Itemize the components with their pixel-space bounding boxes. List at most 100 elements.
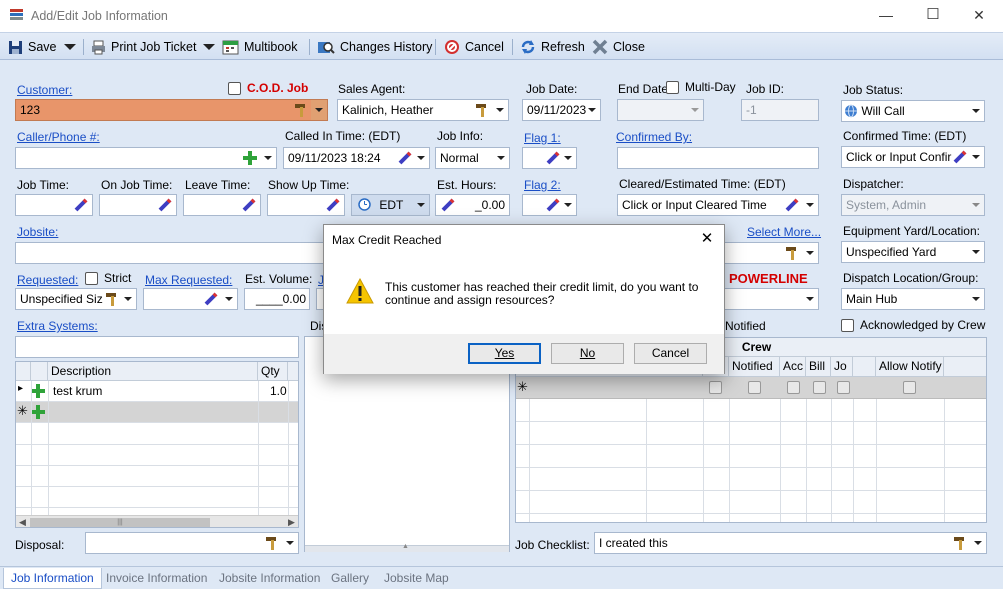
flag-1-select[interactable] bbox=[522, 147, 577, 169]
flag-1-link[interactable]: Flag 1: bbox=[524, 131, 561, 145]
chevron-down-icon[interactable] bbox=[802, 243, 818, 263]
chevron-down-icon[interactable] bbox=[120, 289, 136, 309]
jobsite-field[interactable] bbox=[15, 242, 325, 264]
cleared-time-field[interactable]: Click or Input Cleared Time bbox=[617, 194, 819, 216]
customer-link[interactable]: Customer: bbox=[17, 83, 72, 97]
tool-icon[interactable] bbox=[784, 245, 800, 261]
close-button[interactable]: Close bbox=[592, 36, 645, 58]
est-volume-field[interactable]: ____0.00 bbox=[244, 288, 310, 310]
pen-icon[interactable] bbox=[397, 150, 413, 166]
end-date-field[interactable] bbox=[617, 99, 704, 121]
cod-checkbox[interactable]: C.O.D. Job bbox=[228, 81, 308, 95]
partial-select-end[interactable] bbox=[724, 288, 819, 310]
strict-checkbox[interactable]: Strict bbox=[85, 271, 131, 285]
cod-check-box[interactable] bbox=[228, 81, 241, 95]
dialog-cancel-button[interactable]: Cancel bbox=[634, 343, 707, 364]
acc-column-header[interactable]: Acc bbox=[780, 357, 806, 377]
dispatch-location-select[interactable]: Main Hub bbox=[841, 288, 985, 310]
chevron-down-icon[interactable] bbox=[560, 148, 576, 168]
print-job-ticket-button[interactable]: Print Job Ticket bbox=[91, 36, 196, 58]
disposal-select[interactable] bbox=[85, 532, 299, 554]
bill-column-header[interactable]: Bill bbox=[806, 357, 831, 377]
chevron-down-icon[interactable] bbox=[413, 195, 429, 215]
dialog-close-button[interactable]: ✕ bbox=[694, 228, 720, 250]
chevron-down-icon[interactable] bbox=[260, 148, 276, 168]
chevron-down-icon[interactable] bbox=[968, 195, 984, 215]
horizontal-scrollbar[interactable]: ◀ ||| ▶ bbox=[16, 515, 298, 527]
tab-gallery[interactable]: Gallery bbox=[324, 568, 376, 589]
yes-button[interactable]: Yes bbox=[468, 343, 541, 364]
chevron-down-icon[interactable] bbox=[492, 100, 508, 120]
flag-2-link[interactable]: Flag 2: bbox=[524, 178, 561, 192]
select-more-link[interactable]: Select More... bbox=[747, 225, 821, 239]
new-table-row[interactable]: ✳ bbox=[16, 402, 298, 423]
confirmed-time-field[interactable]: Click or Input Confir bbox=[841, 146, 985, 168]
strict-check-box[interactable] bbox=[85, 271, 98, 285]
chevron-down-icon[interactable] bbox=[493, 148, 509, 168]
multibook-button[interactable]: Multibook bbox=[222, 36, 298, 58]
no-button[interactable]: No bbox=[551, 343, 624, 364]
scroll-left-icon[interactable]: ◀ bbox=[19, 517, 26, 527]
acknowledged-checkbox[interactable]: Acknowledged by Crew bbox=[841, 318, 985, 332]
pen-icon[interactable] bbox=[157, 197, 173, 213]
pen-icon[interactable] bbox=[325, 197, 341, 213]
confirmed-by-field[interactable] bbox=[617, 147, 819, 169]
job-checklist-select[interactable]: I created this bbox=[594, 532, 987, 554]
chevron-down-icon[interactable] bbox=[560, 195, 576, 215]
job-info-select[interactable]: Normal bbox=[435, 147, 510, 169]
splitter[interactable]: ▲ bbox=[305, 543, 509, 552]
maximize-button[interactable]: ☐ bbox=[921, 5, 945, 25]
show-up-time-field[interactable] bbox=[267, 194, 345, 216]
tool-icon[interactable] bbox=[293, 102, 309, 118]
requested-select[interactable]: Unspecified Siz bbox=[15, 288, 137, 310]
acc-checkbox[interactable] bbox=[787, 381, 800, 394]
crew-new-row[interactable]: ✳ bbox=[516, 377, 986, 399]
chevron-down-icon[interactable] bbox=[282, 533, 298, 553]
changes-history-button[interactable]: Changes History bbox=[317, 36, 432, 58]
jobsite-field-end[interactable] bbox=[724, 242, 819, 264]
tab-invoice-information[interactable]: Invoice Information bbox=[99, 568, 214, 589]
extra-systems-link[interactable]: Extra Systems: bbox=[17, 319, 98, 333]
chevron-down-icon[interactable] bbox=[802, 195, 818, 215]
multi-day-check-box[interactable] bbox=[666, 80, 679, 94]
add-icon[interactable] bbox=[242, 150, 258, 166]
est-hours-field[interactable]: _0.00 bbox=[435, 194, 510, 216]
chevron-down-icon[interactable] bbox=[968, 242, 984, 262]
job-time-field[interactable] bbox=[15, 194, 93, 216]
tab-job-information[interactable]: Job Information bbox=[3, 568, 102, 589]
description-column-header[interactable]: Description bbox=[48, 362, 258, 381]
jobsite-link[interactable]: Jobsite: bbox=[17, 225, 58, 239]
scroll-right-icon[interactable]: ▶ bbox=[288, 517, 295, 527]
minimize-button[interactable]: — bbox=[874, 5, 898, 25]
called-in-time-field[interactable]: 09/11/2023 18:24 bbox=[283, 147, 430, 169]
save-button[interactable]: Save bbox=[8, 36, 57, 58]
leave-time-field[interactable] bbox=[183, 194, 261, 216]
allow-notify-column-header[interactable]: Allow Notify bbox=[876, 357, 944, 377]
max-requested-select[interactable] bbox=[143, 288, 238, 310]
tool-icon[interactable] bbox=[952, 535, 968, 551]
jo-column-header[interactable]: Jo bbox=[831, 357, 853, 377]
chevron-down-icon[interactable] bbox=[687, 100, 703, 120]
pen-icon[interactable] bbox=[241, 197, 257, 213]
confirmed-by-link[interactable]: Confirmed By: bbox=[616, 130, 692, 144]
sales-agent-select[interactable]: Kalinich, Heather bbox=[337, 99, 509, 121]
bill-checkbox[interactable] bbox=[813, 381, 826, 394]
crew-checkbox[interactable] bbox=[709, 381, 722, 394]
close-window-button[interactable]: ✕ bbox=[967, 5, 991, 25]
qty-column-header[interactable]: Qty bbox=[258, 362, 288, 381]
timezone-select[interactable]: EDT bbox=[351, 194, 430, 216]
chevron-down-icon[interactable] bbox=[970, 533, 986, 553]
chevron-down-icon[interactable] bbox=[968, 101, 984, 121]
save-dropdown-button[interactable] bbox=[64, 36, 76, 58]
caller-phone-field[interactable] bbox=[15, 147, 277, 169]
cancel-button[interactable]: Cancel bbox=[444, 36, 504, 58]
customer-field[interactable]: 123 bbox=[15, 99, 328, 121]
flag-2-select[interactable] bbox=[522, 194, 577, 216]
pen-icon[interactable] bbox=[952, 149, 968, 165]
refresh-button[interactable]: Refresh bbox=[520, 36, 585, 58]
acknowledged-check-box[interactable] bbox=[841, 318, 854, 332]
notified-column-header[interactable]: Notified bbox=[729, 357, 780, 377]
chevron-down-icon[interactable] bbox=[968, 289, 984, 309]
tool-icon[interactable] bbox=[474, 102, 490, 118]
print-dropdown-button[interactable] bbox=[203, 36, 215, 58]
